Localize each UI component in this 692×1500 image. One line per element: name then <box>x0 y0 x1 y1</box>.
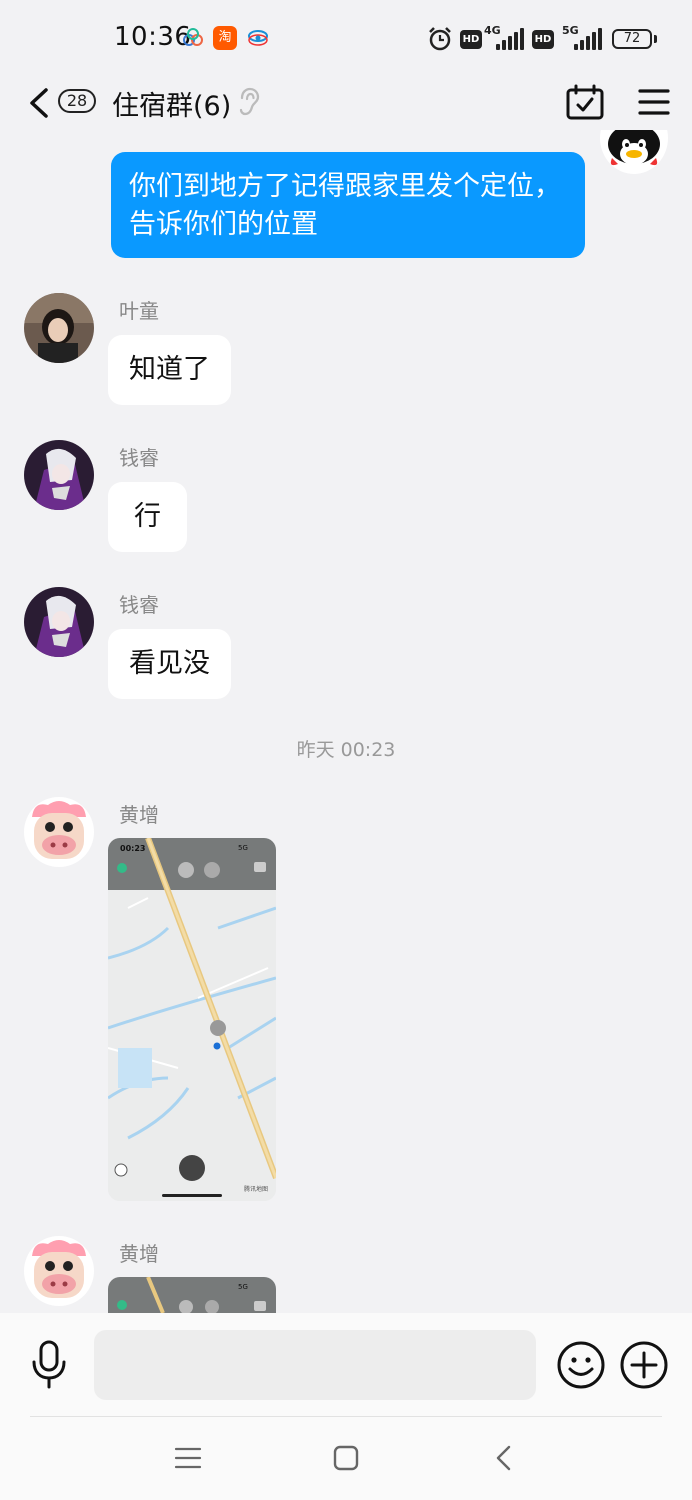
map-screenshot-image[interactable]: 5G <box>108 1277 276 1313</box>
avatar[interactable] <box>24 587 94 657</box>
plus-icon[interactable] <box>619 1340 669 1390</box>
avatar[interactable] <box>24 440 94 510</box>
ear-icon[interactable] <box>236 87 262 117</box>
menu-icon[interactable] <box>638 88 670 116</box>
avatar[interactable] <box>24 797 94 867</box>
nav-back-icon[interactable] <box>494 1444 514 1472</box>
message-input[interactable] <box>94 1330 536 1400</box>
message-bubble-outgoing[interactable]: 你们到地方了记得跟家里发个定位，告诉你们的位置 <box>111 152 585 258</box>
sender-name: 黄增 <box>119 1242 159 1266</box>
map-screenshot-image[interactable]: 00:23 5G 腾讯地图 <box>108 838 276 1201</box>
unread-count-badge[interactable]: 28 <box>58 89 96 113</box>
message-bubble[interactable]: 行 <box>108 482 187 552</box>
timestamp: 昨天 00:23 <box>296 739 396 761</box>
map-brand: 腾讯地图 <box>244 1186 269 1193</box>
back-arrow-icon[interactable] <box>26 86 54 120</box>
map-network: 5G <box>238 844 248 852</box>
hd-icon: HD <box>532 30 554 49</box>
recent-apps-icon[interactable] <box>174 1446 202 1470</box>
emoji-icon[interactable] <box>556 1340 606 1390</box>
microphone-icon[interactable] <box>30 1340 68 1390</box>
signal-bars-icon <box>496 28 524 50</box>
sender-name: 黄增 <box>119 803 159 827</box>
message-bubble[interactable]: 看见没 <box>108 629 231 699</box>
sender-name: 钱睿 <box>119 446 159 470</box>
sender-name: 钱睿 <box>119 593 159 617</box>
avatar[interactable] <box>600 130 668 178</box>
alarm-icon <box>426 25 454 53</box>
china-mobile-icon <box>246 26 270 50</box>
group-title: 住宿群(6) <box>112 91 232 122</box>
taobao-icon: 淘 <box>213 26 237 50</box>
signal-bars-icon <box>574 28 602 50</box>
calendar-check-icon[interactable] <box>566 84 604 120</box>
avatar[interactable] <box>24 1236 94 1306</box>
battery-tip <box>654 35 657 43</box>
map-network: 5G <box>238 1283 248 1291</box>
sender-name: 叶童 <box>119 299 159 323</box>
avatar[interactable] <box>24 293 94 363</box>
status-time: 10:36 <box>114 22 192 52</box>
message-bubble[interactable]: 知道了 <box>108 335 231 405</box>
hd-icon: HD <box>460 30 482 49</box>
map-status-time: 00:23 <box>120 844 146 853</box>
cloud-icon <box>182 28 204 48</box>
battery-icon: 72 <box>612 29 652 49</box>
home-icon[interactable] <box>333 1445 359 1471</box>
